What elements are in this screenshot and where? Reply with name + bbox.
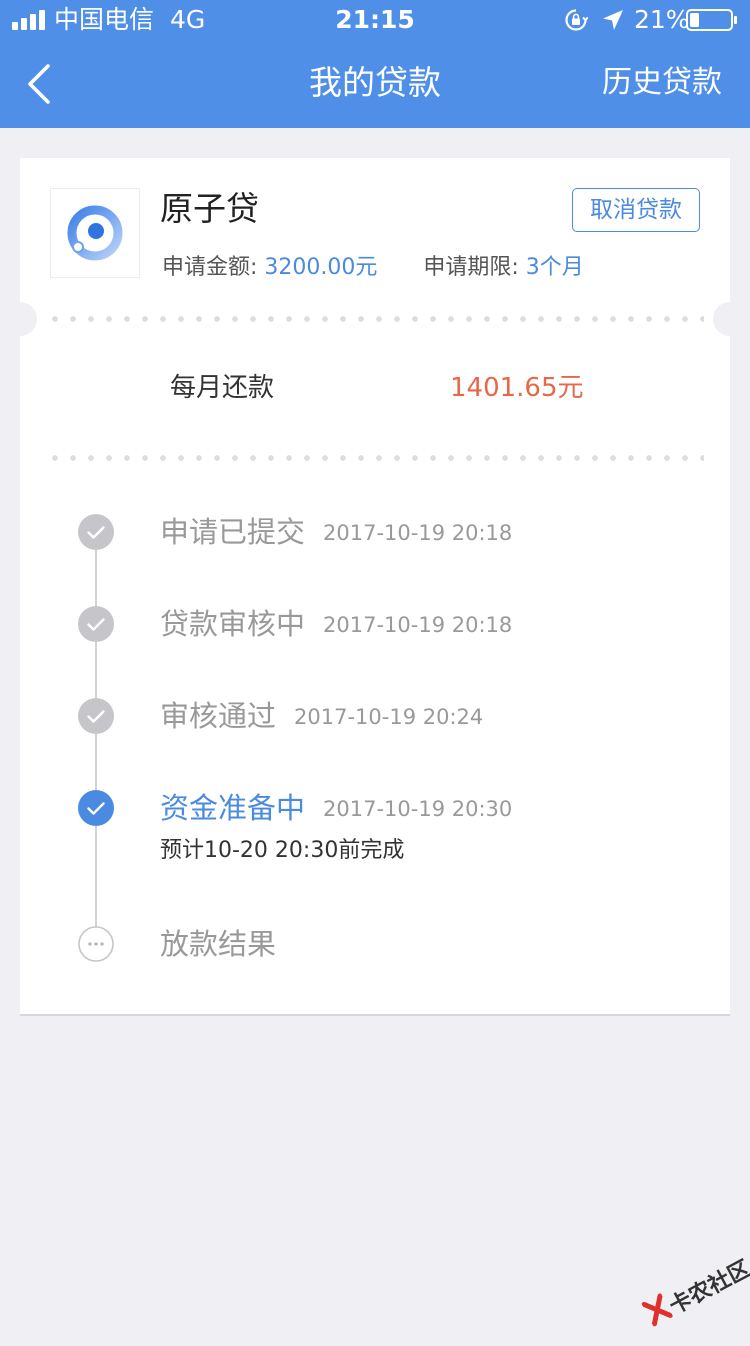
watermark: 卡农社区	[636, 1246, 750, 1346]
history-loans-button[interactable]: 历史贷款	[602, 40, 722, 126]
cancel-loan-button[interactable]: 取消贷款	[572, 188, 700, 232]
card-notch-right	[713, 302, 747, 336]
step-time: 2017-10-19 20:30	[323, 797, 513, 821]
card-notch-left	[3, 302, 37, 336]
step-estimate: 预计10-20 20:30前完成	[160, 838, 405, 863]
term-value: 3个月	[525, 255, 584, 280]
check-circle-icon	[78, 514, 114, 550]
step-time: 2017-10-19 20:24	[294, 705, 484, 729]
nav-bar: 我的贷款 历史贷款	[0, 40, 750, 128]
monthly-repayment-value: 1401.65元	[450, 373, 584, 403]
step-title: 放款结果	[160, 927, 277, 961]
loan-card: 原子贷 取消贷款 申请金额: 3200.00元 申请期限: 3个月 每月还款 14…	[3, 158, 747, 1016]
check-circle-icon	[78, 790, 114, 826]
rotation-lock-icon	[565, 9, 588, 31]
header: 中国电信 4G 21:15 21% 我的贷款 历史贷款	[0, 0, 750, 128]
watermark-text: 卡农社区	[665, 1256, 750, 1320]
timeline-line	[95, 534, 97, 944]
step-time: 2017-10-19 20:18	[323, 613, 513, 637]
battery-percent: 21%	[634, 5, 690, 34]
check-circle-icon	[78, 698, 114, 734]
step-title: 申请已提交	[160, 515, 306, 549]
amount-value: 3200.00元	[264, 255, 378, 280]
monthly-repayment-label: 每月还款	[170, 373, 275, 403]
loan-summary: 申请金额: 3200.00元 申请期限: 3个月	[162, 250, 584, 286]
battery-icon	[686, 9, 737, 31]
product-name: 原子贷	[160, 189, 259, 228]
amount-label: 申请金额:	[162, 255, 265, 280]
atom-logo-icon	[67, 205, 123, 261]
product-logo	[50, 188, 140, 278]
step-time: 2017-10-19 20:18	[323, 521, 513, 545]
ellipsis-circle-icon	[78, 926, 114, 962]
step-title: 贷款审核中	[160, 607, 306, 641]
status-bar: 中国电信 4G 21:15 21%	[0, 0, 750, 40]
step-title: 资金准备中	[160, 791, 306, 825]
location-arrow-icon	[603, 10, 623, 30]
dotted-divider	[46, 316, 704, 322]
term-label: 申请期限:	[423, 255, 526, 280]
step-title: 审核通过	[160, 699, 277, 733]
check-circle-icon	[78, 606, 114, 642]
dotted-divider	[46, 455, 704, 461]
